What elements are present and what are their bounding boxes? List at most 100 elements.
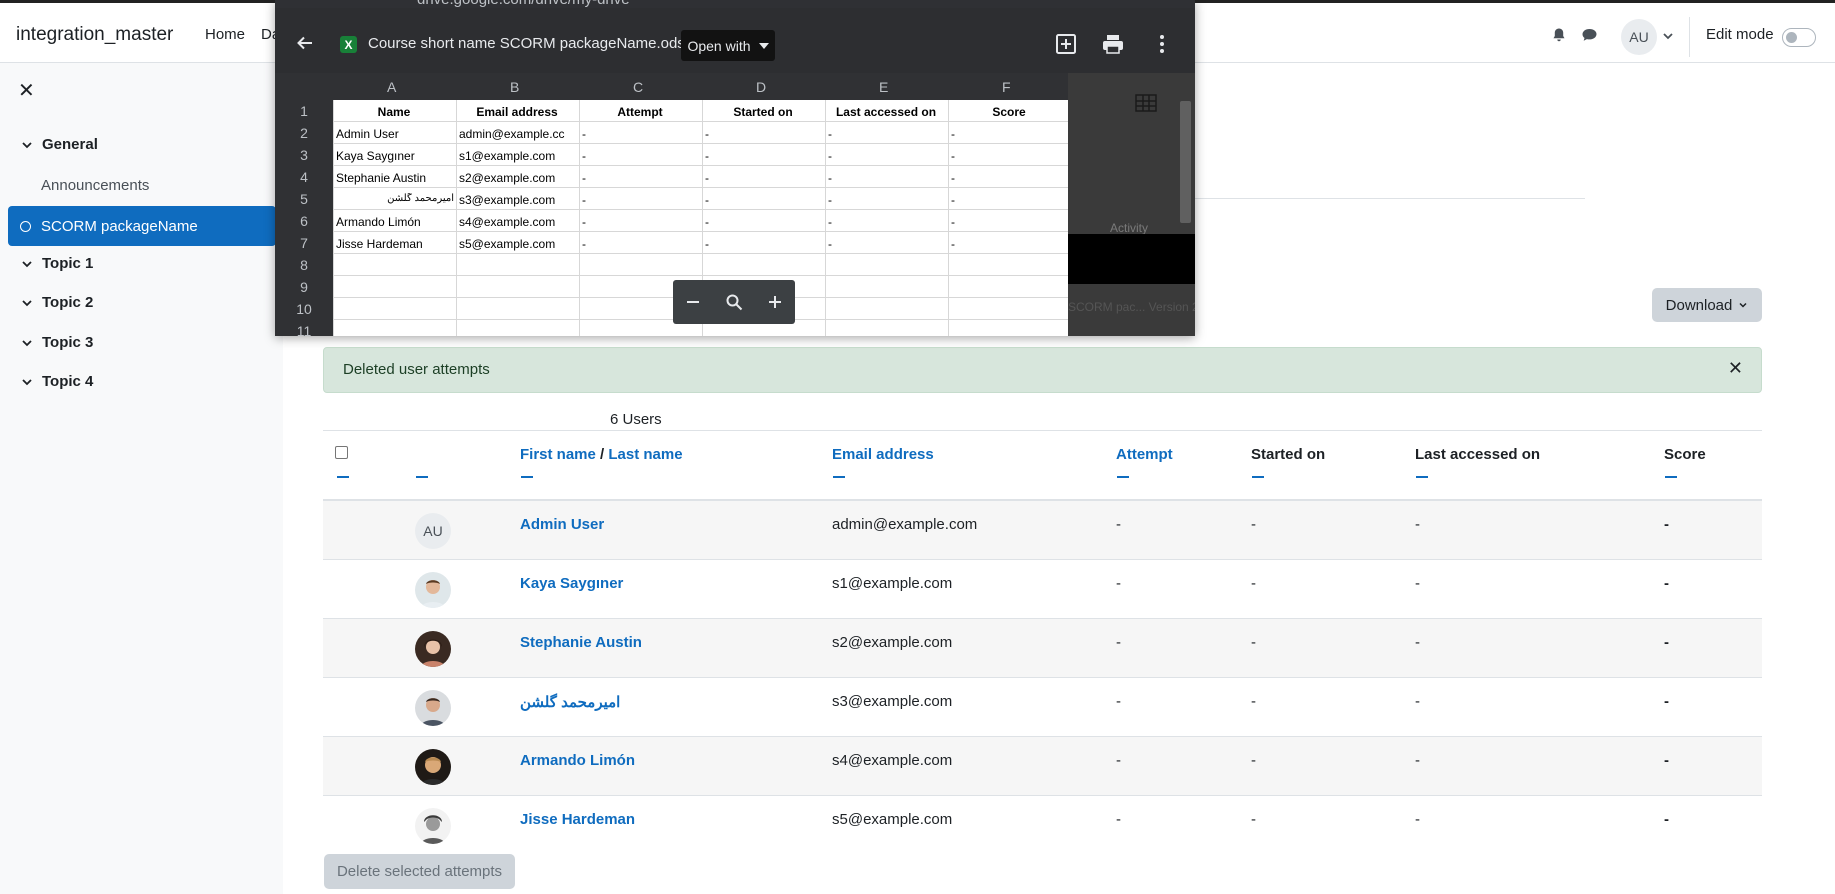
first-name-header[interactable]: First name: [520, 446, 596, 463]
table-row: Kaya Saygıner s1@example.com - - - -: [323, 560, 1762, 619]
chevron-down-icon[interactable]: [20, 257, 34, 271]
last-accessed-header: Last accessed on: [1415, 446, 1541, 463]
sheet-header-cell: Score: [992, 105, 1026, 119]
email-cell: s3@example.com: [832, 693, 953, 710]
row-number: 11: [296, 323, 312, 336]
more-options-icon[interactable]: [1151, 33, 1173, 55]
site-brand[interactable]: integration_master: [16, 24, 173, 46]
sheet-cell: امیرمحمد گلشن: [387, 193, 454, 204]
nav-link-home[interactable]: Home: [205, 26, 245, 43]
avatar: [415, 690, 451, 726]
zoom-in-icon[interactable]: [767, 294, 783, 310]
select-all-checkbox[interactable]: [335, 446, 348, 459]
collapse-column-icon[interactable]: [416, 476, 428, 478]
last-name-header[interactable]: Last name: [608, 446, 682, 463]
chevron-down-icon[interactable]: [20, 375, 34, 389]
collapse-column-icon[interactable]: [1665, 476, 1677, 478]
chevron-down-icon: [1739, 302, 1747, 308]
collapse-column-icon[interactable]: [1416, 476, 1428, 478]
section-label: Topic 3: [42, 334, 94, 351]
column-header: A: [387, 79, 397, 95]
sheet-cell: -: [951, 215, 955, 229]
sheet-cell: -: [582, 171, 586, 185]
user-name-link[interactable]: امیرمحمد گلشن: [520, 693, 620, 711]
sheet-cell: -: [828, 127, 832, 141]
avatar: AU: [415, 513, 451, 549]
grid-line: [579, 100, 580, 336]
user-name-link[interactable]: Kaya Saygıner: [520, 575, 623, 592]
sheet-cell: -: [582, 149, 586, 163]
download-label: Download: [1665, 296, 1733, 314]
download-button[interactable]: Download: [1652, 288, 1762, 322]
row-headers: 1 2 3 4 5 6 7 8 9 10 11: [275, 100, 333, 336]
table-row: Stephanie Austin s2@example.com - - - -: [323, 619, 1762, 678]
started-cell: -: [1251, 752, 1256, 769]
sheet-cell: -: [582, 127, 586, 141]
add-to-drive-icon[interactable]: [1055, 33, 1077, 55]
user-avatar[interactable]: AU: [1621, 19, 1657, 55]
collapse-column-icon[interactable]: [833, 476, 845, 478]
file-title: Course short name SCORM packageName.ods: [368, 35, 685, 52]
chevron-down-icon[interactable]: [1662, 30, 1674, 42]
sheet-cell: -: [705, 127, 709, 141]
print-icon[interactable]: [1102, 33, 1124, 55]
section-topic-4[interactable]: Topic 4: [20, 373, 93, 390]
close-drawer-icon[interactable]: ✕: [18, 78, 35, 103]
bell-icon[interactable]: [1551, 27, 1567, 43]
table-row: امیرمحمد گلشن s3@example.com - - - -: [323, 678, 1762, 737]
sheet-cell: s1@example.com: [459, 149, 556, 163]
chevron-down-icon[interactable]: [20, 336, 34, 350]
back-arrow-icon[interactable]: [296, 34, 314, 52]
activity-scorm-active[interactable]: SCORM packageName: [8, 206, 276, 246]
activity-announcements[interactable]: Announcements: [41, 177, 149, 194]
chat-icon[interactable]: [1581, 27, 1598, 43]
avatar: [415, 749, 451, 785]
section-topic-1[interactable]: Topic 1: [20, 255, 93, 272]
sheet-cell: Stephanie Austin: [336, 171, 427, 185]
collapse-column-icon[interactable]: [1117, 476, 1129, 478]
grid-view-icon: [1135, 94, 1157, 112]
user-name-link[interactable]: Stephanie Austin: [520, 634, 642, 651]
collapse-column-icon[interactable]: [337, 476, 349, 478]
delete-attempts-button[interactable]: Delete selected attempts: [324, 854, 515, 889]
attempt-cell: -: [1116, 693, 1121, 710]
chevron-down-icon[interactable]: [20, 138, 34, 152]
last-accessed-cell: -: [1415, 634, 1420, 651]
grid-line: [333, 275, 1068, 276]
grid-line: [333, 209, 1068, 210]
section-label: Topic 2: [42, 294, 94, 311]
collapse-column-icon[interactable]: [1252, 476, 1264, 478]
grid-line: [333, 187, 1068, 188]
chevron-down-icon[interactable]: [20, 296, 34, 310]
row-number: 10: [296, 301, 312, 317]
user-name-link[interactable]: Admin User: [520, 516, 604, 533]
avatar: [415, 808, 451, 844]
sort-email[interactable]: Email address: [832, 446, 934, 463]
sort-attempt[interactable]: Attempt: [1116, 446, 1173, 463]
zoom-out-icon[interactable]: [685, 294, 701, 310]
row-number: 3: [300, 147, 308, 163]
scrollbar-thumb[interactable]: [1180, 101, 1191, 223]
collapse-column-icon[interactable]: [521, 476, 533, 478]
last-accessed-cell: -: [1415, 752, 1420, 769]
zoom-search-icon[interactable]: [725, 293, 743, 311]
sheet-cell: Admin User: [336, 127, 399, 141]
section-topic-2[interactable]: Topic 2: [20, 294, 93, 311]
open-with-button[interactable]: Open with: [681, 30, 775, 61]
edit-mode-toggle[interactable]: [1782, 28, 1816, 47]
section-general[interactable]: General: [20, 136, 98, 153]
sheet-cell: s2@example.com: [459, 171, 556, 185]
attempt-cell: -: [1116, 811, 1121, 828]
section-topic-3[interactable]: Topic 3: [20, 334, 93, 351]
table-row: AU Admin User admin@example.com - - - -: [323, 501, 1762, 560]
sheet-cell: -: [951, 237, 955, 251]
attempt-cell: -: [1116, 752, 1121, 769]
background-dark-band: [1068, 234, 1195, 284]
spreadsheet-file-icon: X: [340, 36, 357, 53]
row-number: 7: [300, 235, 308, 251]
user-name-link[interactable]: Armando Limón: [520, 752, 635, 769]
sort-first-name[interactable]: First name / Last name: [520, 446, 683, 463]
close-alert-icon[interactable]: ✕: [1728, 358, 1743, 379]
sheet-cell: -: [705, 193, 709, 207]
user-name-link[interactable]: Jisse Hardeman: [520, 811, 635, 828]
